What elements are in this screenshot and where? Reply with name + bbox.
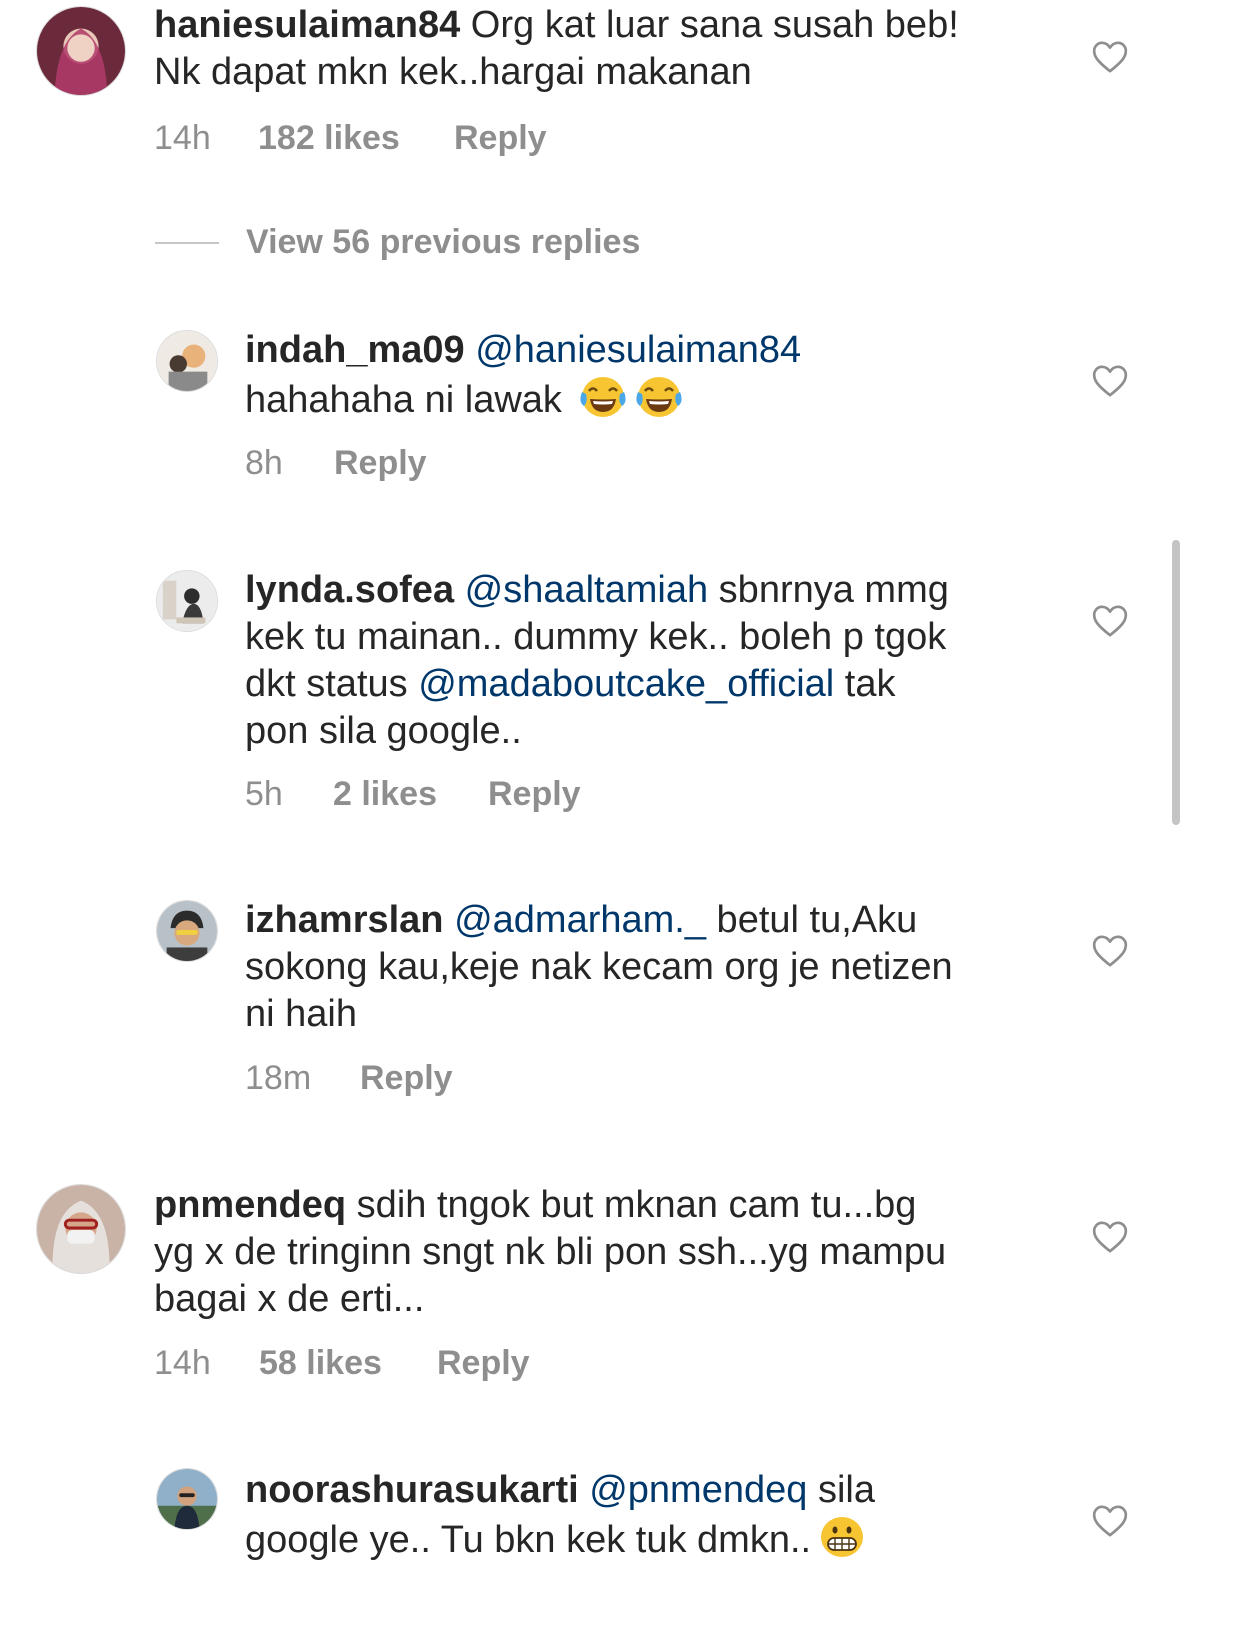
comment-line: google ye.. Tu bkn kek tuk dmkn.. (245, 1514, 1145, 1564)
comment-body: Nk dapat mkn kek..hargai makanan (154, 51, 752, 93)
avatar[interactable] (156, 330, 218, 392)
timestamp: 18m (245, 1059, 312, 1097)
comment-line: Nk dapat mkn kek..hargai makanan (154, 49, 1054, 96)
comment-line: noorashurasukarti @pnmendeq sila (245, 1467, 1145, 1514)
comment-body: sila (807, 1469, 875, 1511)
comment-body (444, 899, 455, 941)
comment-line: indah_ma09 @haniesulaiman84 (245, 327, 1145, 374)
username[interactable]: lynda.sofea (245, 569, 454, 611)
reply-item: izhamrslan @admarham._ betul tu,Aku sokon… (0, 895, 1242, 1110)
heart-outline-icon[interactable] (1090, 931, 1130, 971)
reply-item: lynda.sofea @shaaltamiah sbnrnya mmg kek … (0, 565, 1242, 825)
face-with-tears-of-joy-emoji (634, 374, 684, 420)
avatar[interactable] (36, 6, 126, 96)
timestamp: 14h (154, 1344, 211, 1382)
timestamp: 5h (245, 775, 283, 813)
mention-link[interactable]: @shaaltamiah (465, 569, 708, 611)
reply-button[interactable]: Reply (437, 1343, 530, 1383)
comment-body: bagai x de erti... (154, 1278, 425, 1320)
comment-body: sdih tngok but mknan cam tu...bg (346, 1184, 917, 1226)
comment-line: sokong kau,keje nak kecam org je netizen (245, 944, 1145, 991)
avatar[interactable] (36, 1184, 126, 1274)
comment-line: lynda.sofea @shaaltamiah sbnrnya mmg (245, 567, 1145, 614)
comment-text: lynda.sofea @shaaltamiah sbnrnya mmg kek … (245, 567, 1145, 755)
comment-item: haniesulaiman84 Org kat luar sana susah … (0, 0, 1242, 200)
username[interactable]: izhamrslan (245, 899, 444, 941)
comment-body: sokong kau,keje nak kecam org je netizen (245, 946, 953, 988)
comment-meta: 8h Reply (245, 443, 427, 483)
comment-line: kek tu mainan.. dummy kek.. boleh p tgok (245, 614, 1145, 661)
username[interactable]: pnmendeq (154, 1184, 346, 1226)
comment-text: haniesulaiman84 Org kat luar sana susah … (154, 2, 1054, 96)
comment-body: kek tu mainan.. dummy kek.. boleh p tgok (245, 616, 947, 658)
reply-button[interactable]: Reply (454, 118, 547, 158)
comment-item: pnmendeq sdih tngok but mknan cam tu...b… (0, 1180, 1242, 1390)
likes-count[interactable]: 2 likes (333, 774, 488, 814)
comment-line: hahahaha ni lawak (245, 374, 1145, 424)
heart-outline-icon[interactable] (1090, 1501, 1130, 1541)
comment-meta: 18m Reply (245, 1058, 453, 1098)
scrollbar[interactable] (1172, 540, 1180, 825)
comment-meta: 14h 58 likes Reply (154, 1343, 530, 1383)
heart-outline-icon[interactable] (1090, 1217, 1130, 1257)
comment-line: ni haih (245, 991, 1145, 1038)
comment-meta: 5h 2 likes Reply (245, 774, 581, 814)
reply-item: noorashurasukarti @pnmendeq sila google y… (0, 1465, 1242, 1637)
comment-body: google ye.. Tu bkn kek tuk dmkn.. (245, 1519, 812, 1561)
comment-body (454, 569, 465, 611)
likes-count[interactable]: 58 likes (259, 1343, 437, 1383)
reply-button[interactable]: Reply (334, 443, 427, 483)
view-replies-label[interactable]: View 56 previous replies (246, 222, 640, 262)
reply-button[interactable]: Reply (360, 1058, 453, 1098)
avatar[interactable] (156, 900, 218, 962)
mention-link[interactable]: @admarham._ (454, 899, 706, 941)
mention-link[interactable]: @pnmendeq (589, 1469, 807, 1511)
comment-text: noorashurasukarti @pnmendeq sila google y… (245, 1467, 1145, 1564)
heart-outline-icon[interactable] (1090, 361, 1130, 401)
timestamp: 8h (245, 444, 283, 482)
comment-body: sbnrnya mmg (708, 569, 949, 611)
reply-button[interactable]: Reply (488, 774, 581, 814)
avatar[interactable] (156, 1468, 218, 1530)
heart-outline-icon[interactable] (1090, 37, 1130, 77)
heart-outline-icon[interactable] (1090, 601, 1130, 641)
comment-body: tak (834, 663, 896, 705)
comment-text: izhamrslan @admarham._ betul tu,Aku sokon… (245, 897, 1145, 1038)
reply-item: indah_ma09 @haniesulaiman84 hahahaha ni l… (0, 325, 1242, 495)
comment-body: pon sila google.. (245, 710, 522, 752)
comment-line: dkt status @madaboutcake_official tak (245, 661, 1145, 708)
comment-body: Org kat luar sana susah beb! (460, 4, 959, 46)
comment-text: indah_ma09 @haniesulaiman84 hahahaha ni l… (245, 327, 1145, 424)
avatar[interactable] (156, 570, 218, 632)
comment-text: pnmendeq sdih tngok but mknan cam tu...b… (154, 1182, 1054, 1323)
grimacing-face-emoji (817, 1514, 867, 1560)
mention-link[interactable]: @haniesulaiman84 (475, 329, 801, 371)
likes-count[interactable]: 182 likes (258, 118, 454, 158)
comment-body: dkt status (245, 663, 419, 705)
comment-meta: 14h 182 likes Reply (154, 118, 547, 158)
username[interactable]: indah_ma09 (245, 329, 465, 371)
username[interactable]: haniesulaiman84 (154, 4, 460, 46)
comment-body (579, 1469, 590, 1511)
comment-line: bagai x de erti... (154, 1276, 1054, 1323)
comment-line: pon sila google.. (245, 708, 1145, 755)
comment-body: ni haih (245, 993, 357, 1035)
mention-link[interactable]: @madaboutcake_official (418, 663, 834, 705)
comment-body (465, 329, 476, 371)
username[interactable]: noorashurasukarti (245, 1469, 579, 1511)
comment-body: yg x de tringinn sngt nk bli pon ssh...y… (154, 1231, 947, 1273)
comment-line: pnmendeq sdih tngok but mknan cam tu...b… (154, 1182, 1054, 1229)
divider-line (155, 242, 219, 244)
comment-line: haniesulaiman84 Org kat luar sana susah … (154, 2, 1054, 49)
comment-line: izhamrslan @admarham._ betul tu,Aku (245, 897, 1145, 944)
comment-line: yg x de tringinn sngt nk bli pon ssh...y… (154, 1229, 1054, 1276)
comment-body: hahahaha ni lawak (245, 379, 573, 421)
face-with-tears-of-joy-emoji (578, 374, 628, 420)
timestamp: 14h (154, 119, 211, 157)
comment-body: betul tu,Aku (706, 899, 918, 941)
